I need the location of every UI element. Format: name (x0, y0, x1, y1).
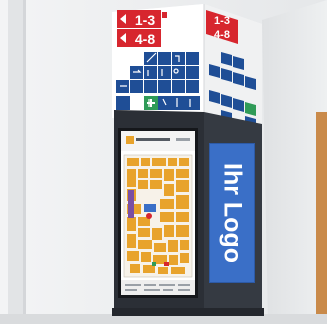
floor-label-side-1: 1-3 (214, 15, 230, 27)
wayfinding-scene: 1-3 4-8 1-3 4-8 Ihr Logo (0, 0, 327, 324)
door-frame (316, 112, 327, 324)
left-pilaster-shadow (23, 0, 26, 324)
wheelchair-icon-2 (116, 96, 130, 110)
toilet-icon (144, 66, 157, 79)
floor-plan-red-spot (164, 262, 169, 266)
ihr-logo-panel: Ihr Logo (209, 143, 255, 283)
elevator-icon-2 (172, 80, 185, 93)
screen-header-line-2 (176, 138, 190, 141)
screen-header-line (136, 138, 170, 141)
screen-footer (121, 280, 195, 295)
floor-plan-green-spot (152, 262, 156, 266)
floor-label-front-1: 1-3 (135, 12, 155, 28)
information-icon (158, 66, 171, 79)
screen-logo-mark (126, 136, 134, 144)
floor-label-front-2: 4-8 (135, 31, 155, 47)
scene-illustration: 1-3 4-8 1-3 4-8 (0, 0, 327, 324)
toilet-icon-3 (186, 96, 200, 110)
escalator-icon-3 (172, 96, 186, 110)
escalator-icon (158, 52, 171, 65)
you-are-here-marker (146, 213, 152, 219)
toilet-icon-2 (158, 80, 171, 93)
logo-text: Ihr Logo (218, 163, 247, 263)
floor-label-side-2: 4-8 (214, 29, 230, 41)
stairs-icon-2 (186, 66, 199, 79)
information-icon-2 (186, 80, 199, 93)
floor-plan-blue-zone (144, 204, 156, 212)
elevator-icon (186, 52, 199, 65)
escalator-icon-2 (130, 80, 143, 93)
left-pilaster (8, 0, 24, 324)
floor-plan-purple-zone (128, 190, 134, 218)
kiosk-base (112, 308, 264, 316)
parking-icon-2 (144, 80, 157, 93)
arrow-up-icon (162, 12, 167, 18)
